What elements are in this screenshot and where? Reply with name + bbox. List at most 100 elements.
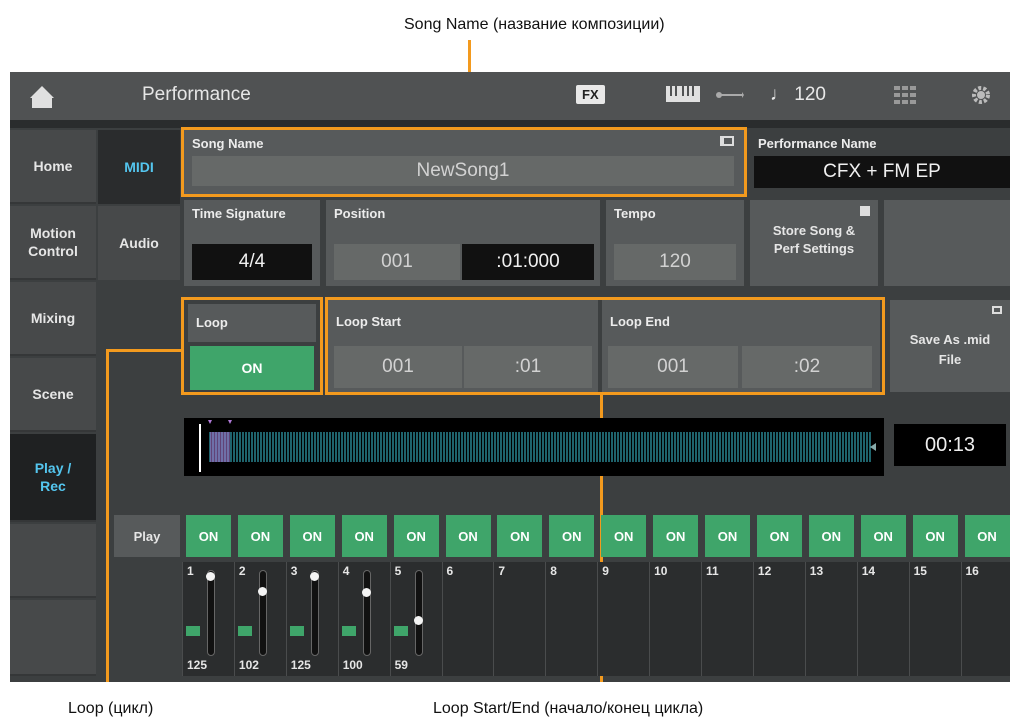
sidebar-item-home[interactable]: Home — [10, 130, 96, 204]
sidebar-empty-2 — [10, 600, 96, 676]
song-name-highlight — [181, 127, 747, 197]
top-bar: Performance FX ♩ 120 — [10, 72, 1010, 120]
fx-badge[interactable]: FX — [576, 85, 605, 104]
position-beat[interactable]: :01:000 — [462, 244, 594, 280]
sidebar-item-mixing[interactable]: Mixing — [10, 282, 96, 356]
loop-start-end-highlight — [325, 297, 885, 395]
volume-fader[interactable] — [362, 570, 371, 656]
loop-start-end-callout: Loop Start/End (начало/конец цикла) — [433, 700, 704, 717]
grid-icon[interactable] — [894, 86, 916, 109]
track-9-play-toggle[interactable]: ON — [601, 515, 647, 557]
track-number: 16 — [965, 564, 979, 578]
track-12-channel-strip: 12 — [752, 562, 805, 676]
tab-audio[interactable]: Audio — [98, 206, 180, 280]
tab-label: Audio — [119, 235, 159, 251]
track-8-play-toggle[interactable]: ON — [549, 515, 595, 557]
track-11-channel-strip: 11 — [701, 562, 753, 676]
track-number: 14 — [861, 564, 876, 578]
volume-fader[interactable] — [258, 570, 267, 656]
home-icon — [30, 86, 54, 108]
track-number: 15 — [913, 564, 927, 578]
popup-icon — [992, 306, 1002, 314]
volume-fader[interactable] — [310, 570, 319, 656]
performance-name-label: Performance Name — [758, 136, 877, 151]
volume-fader[interactable] — [414, 570, 423, 656]
store-settings-button[interactable]: Store Song & Perf Settings — [750, 200, 878, 286]
tab-midi[interactable]: MIDI — [98, 130, 180, 204]
sidebar-item-play-rec[interactable]: Play / Rec — [10, 434, 96, 522]
performance-name-value: CFX + FM EP — [754, 156, 1010, 188]
fader-knob[interactable] — [309, 571, 319, 581]
sidebar-item-label: Scene — [32, 385, 74, 402]
track-6-channel-strip: 6 — [441, 562, 494, 676]
track-14-play-toggle[interactable]: ON — [860, 515, 906, 557]
track-16-channel-strip: 16 — [960, 562, 1010, 676]
track-3-play-toggle[interactable]: ON — [289, 515, 335, 557]
track-5-play-toggle[interactable]: ON — [393, 515, 439, 557]
track-volume: 59 — [394, 658, 408, 672]
track-11-play-toggle[interactable]: ON — [705, 515, 750, 557]
track-10-channel-strip: 10 — [649, 562, 702, 676]
position-label: Position — [334, 206, 386, 221]
track-16-play-toggle[interactable]: ON — [964, 515, 1010, 557]
track-1-play-toggle[interactable]: ON — [186, 515, 231, 557]
track-15-channel-strip: 15 — [908, 562, 961, 676]
track-9-channel-strip: 9 — [597, 562, 650, 676]
track-6-play-toggle[interactable]: ON — [445, 515, 491, 557]
track-2-play-toggle[interactable]: ON — [237, 515, 283, 557]
tempo-label: Tempo — [614, 206, 656, 221]
time-signature-label: Time Signature — [192, 206, 286, 221]
store-label: Store Song & Perf Settings — [772, 223, 856, 257]
track-14-channel-strip: 14 — [856, 562, 909, 676]
track-number: 3 — [290, 564, 298, 578]
position-panel[interactable]: Position 001 :01:000 — [326, 200, 600, 286]
track-10-play-toggle[interactable]: ON — [653, 515, 699, 557]
track-15-play-toggle[interactable]: ON — [912, 515, 958, 557]
track-7-play-toggle[interactable]: ON — [497, 515, 543, 557]
keyboard-icon — [237, 626, 252, 636]
sidebar-item-scene[interactable]: Scene — [10, 358, 96, 432]
sidebar-empty-1 — [10, 524, 96, 598]
track-number: 10 — [654, 564, 668, 578]
loop-leader-h — [106, 349, 184, 352]
fader-knob[interactable] — [361, 588, 371, 598]
track-volume: 125 — [187, 658, 208, 672]
track-13-channel-strip: 13 — [804, 562, 857, 676]
subtab-column-fill — [98, 282, 180, 508]
track-number: 6 — [446, 564, 454, 578]
song-waveform[interactable] — [184, 418, 884, 476]
song-name-callout: Song Name (название композиции) — [404, 16, 665, 33]
track-number: 5 — [394, 564, 402, 578]
track-12-play-toggle[interactable]: ON — [756, 515, 802, 557]
tempo-panel[interactable]: Tempo 120 — [606, 200, 744, 286]
track-5-channel-strip: 5 59 — [389, 562, 442, 676]
volume-fader[interactable] — [207, 570, 215, 656]
position-measure[interactable]: 001 — [334, 244, 460, 280]
time-signature-value: 4/4 — [192, 244, 312, 280]
track-number: 13 — [809, 564, 824, 578]
track-7-channel-strip: 7 — [493, 562, 546, 676]
track-2-channel-strip: 2 102 — [233, 562, 286, 676]
track-4-play-toggle[interactable]: ON — [341, 515, 387, 557]
keyboard-icon — [289, 626, 304, 636]
track-number: 7 — [498, 564, 506, 578]
keyboard-icon — [341, 626, 356, 636]
play-icon — [860, 206, 870, 216]
track-number: 2 — [238, 564, 246, 578]
track-number: 8 — [550, 564, 557, 578]
waveform-graphic — [199, 420, 876, 472]
gear-icon[interactable] — [970, 84, 992, 111]
save-mid-button[interactable]: Save As .mid File — [890, 300, 1010, 392]
track-number: 9 — [602, 564, 609, 578]
track-13-play-toggle[interactable]: ON — [808, 515, 854, 557]
keyboard-icon — [393, 626, 408, 636]
track-number: 1 — [187, 564, 194, 578]
fader-knob[interactable] — [206, 571, 215, 581]
track-1-channel-strip: 1 125 — [182, 562, 234, 676]
track-8-channel-strip: 8 — [545, 562, 598, 676]
home-button[interactable] — [10, 72, 74, 120]
tempo-value: 120 — [614, 244, 736, 280]
sidebar-item-motion-control[interactable]: Motion Control — [10, 206, 96, 280]
time-signature-panel[interactable]: Time Signature 4/4 — [184, 200, 320, 286]
tempo-indicator[interactable]: ♩ 120 — [770, 84, 826, 106]
